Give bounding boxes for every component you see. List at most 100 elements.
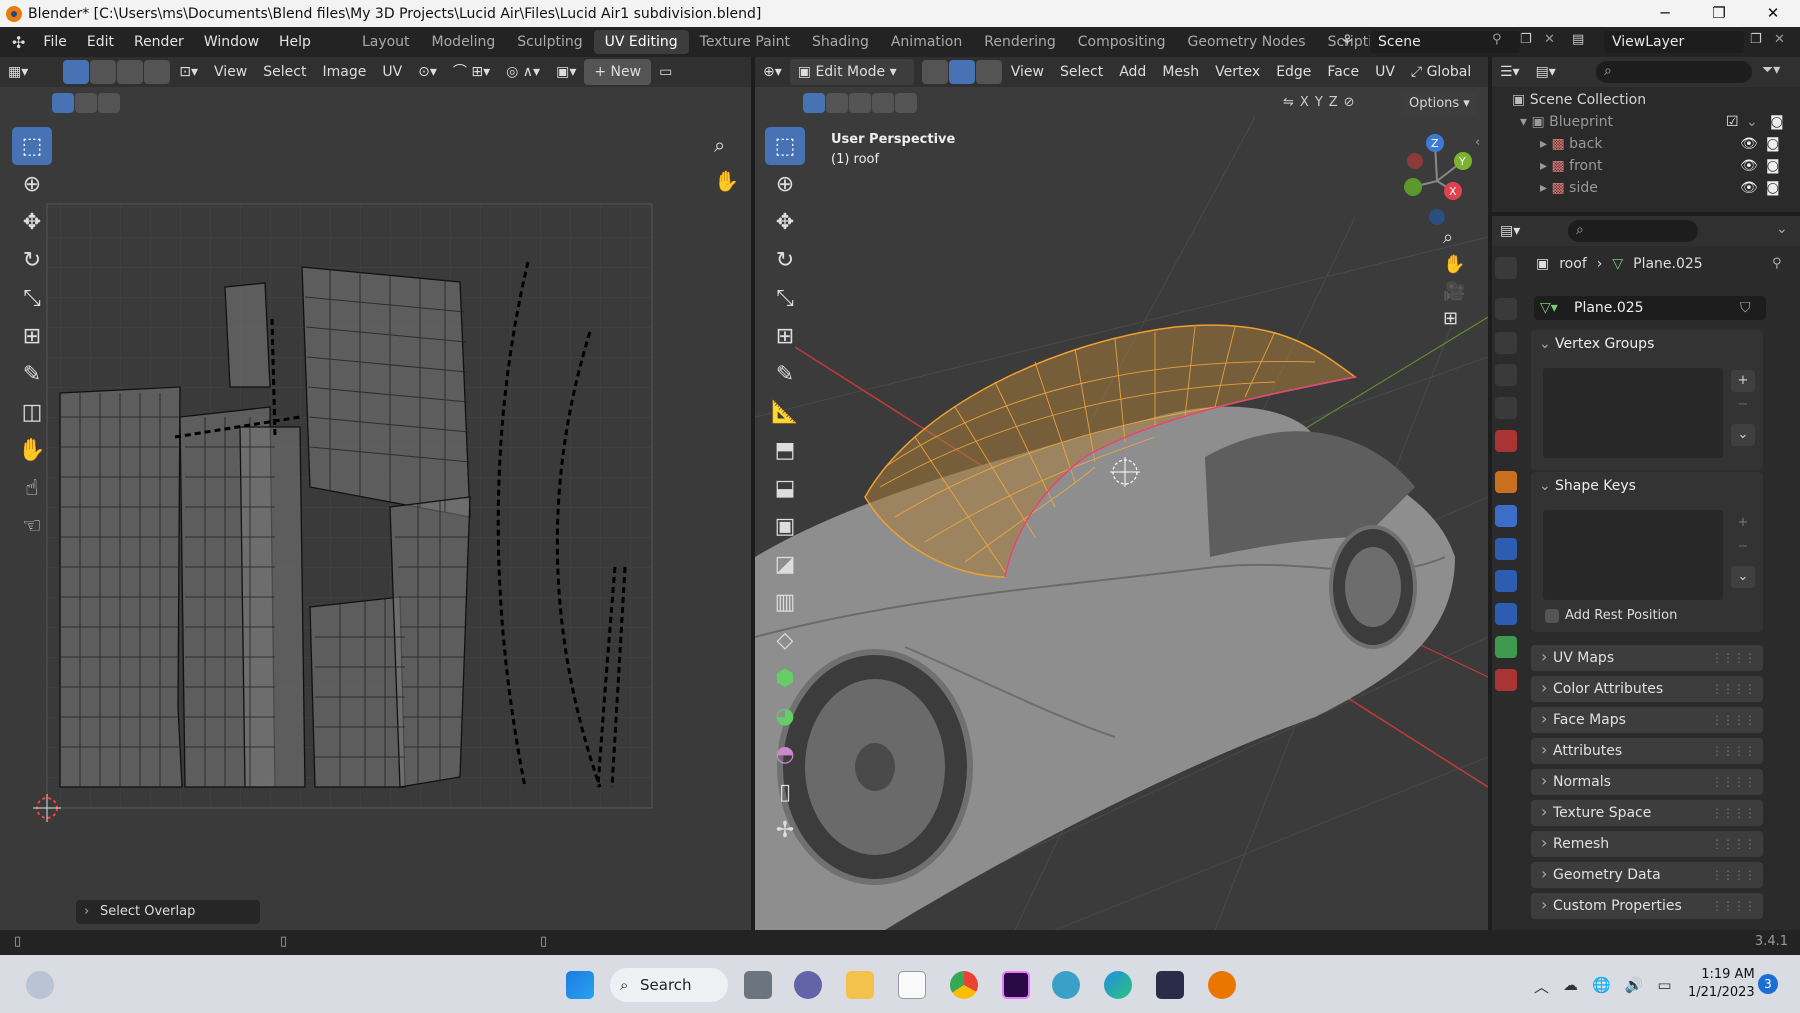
sticky-select-icon[interactable]: ⊡▾ — [171, 59, 206, 85]
vp-menu-vertex[interactable]: Vertex — [1207, 59, 1268, 85]
tab-rendering[interactable]: Rendering — [973, 30, 1067, 54]
render-tab-icon[interactable] — [1495, 298, 1517, 320]
section-texture-space[interactable]: Texture Space⋮⋮⋮⋮ — [1531, 799, 1763, 826]
volume-icon[interactable]: 🔊 — [1625, 976, 1644, 997]
drag-grip-icon[interactable]: ⋮⋮⋮⋮ — [1711, 707, 1756, 733]
weather-icon[interactable] — [26, 971, 54, 999]
section-uv-maps[interactable]: UV Maps⋮⋮⋮⋮ — [1531, 644, 1763, 671]
display-mode-icon[interactable]: ▤▾ — [1528, 59, 1564, 85]
restore-button[interactable]: ❐ — [1692, 0, 1746, 27]
remove-vertex-group-button[interactable]: − — [1731, 394, 1755, 416]
drag-grip-icon[interactable]: ⋮⋮⋮⋮ — [1711, 769, 1756, 795]
battery-icon[interactable]: ▭ — [1657, 976, 1671, 997]
onedrive-icon[interactable]: ☁ — [1563, 976, 1578, 997]
vertex-select-icon[interactable] — [63, 60, 90, 84]
tab-layout[interactable]: Layout — [351, 30, 421, 54]
section-color-attributes[interactable]: Color Attributes⋮⋮⋮⋮ — [1531, 675, 1763, 702]
tool-tab-icon[interactable] — [1495, 257, 1517, 279]
vp-zoom-icon[interactable]: ⌕ — [1443, 227, 1465, 248]
shape-keys-header[interactable]: ⌄ Shape Keys — [1531, 472, 1763, 500]
view-layer-tab-icon[interactable] — [1495, 364, 1517, 386]
vp-extrude-tool-icon[interactable]: ⬓ — [765, 469, 805, 507]
tab-animation[interactable]: Animation — [880, 30, 973, 54]
filter-icon[interactable]: ⏷▾ — [1762, 62, 1780, 78]
vp-select-tool-icon[interactable]: ⬚ — [765, 127, 805, 165]
vertex-groups-list[interactable] — [1543, 368, 1723, 458]
mesh-browse-icon[interactable]: ▽▾ — [1540, 296, 1558, 320]
chrome-icon[interactable] — [950, 971, 978, 999]
shape-key-menu-button[interactable]: ⌄ — [1731, 566, 1755, 588]
tab-modeling[interactable]: Modeling — [421, 30, 507, 54]
tab-uv-editing[interactable]: UV Editing — [593, 30, 689, 54]
section-normals[interactable]: Normals⋮⋮⋮⋮ — [1531, 768, 1763, 795]
vp-move-tool-icon[interactable]: ✥ — [765, 203, 805, 241]
drag-grip-icon[interactable]: ⋮⋮⋮⋮ — [1711, 862, 1756, 888]
language-icon[interactable]: 🌐 — [1592, 976, 1611, 997]
vp-loopcut-tool-icon[interactable]: ▥ — [765, 583, 805, 621]
visibility-icon[interactable]: 👁 — [1740, 133, 1758, 155]
sync-selection-icon[interactable] — [36, 60, 63, 84]
section-attributes[interactable]: Attributes⋮⋮⋮⋮ — [1531, 737, 1763, 764]
select-toggle-icon[interactable]: ⌄ — [1746, 111, 1758, 133]
mesh-data-field[interactable]: ▽▾ Plane.025 ⛉ — [1534, 296, 1766, 320]
drag-grip-icon[interactable]: ⋮⋮⋮⋮ — [1711, 645, 1756, 671]
pin-icon[interactable]: ⚲ — [1772, 256, 1782, 271]
add-vertex-group-button[interactable]: + — [1731, 370, 1755, 392]
new-scene-icon[interactable]: ❐ — [1520, 32, 1532, 47]
tab-shading[interactable]: Shading — [801, 30, 880, 54]
object-tab-icon[interactable] — [1495, 471, 1517, 493]
vp-shrink-tool-icon[interactable]: ✢ — [765, 811, 805, 849]
data-tab-icon[interactable] — [1495, 636, 1517, 658]
drag-grip-icon[interactable]: ⋮⋮⋮⋮ — [1711, 738, 1756, 764]
viewlayer-browse-icon[interactable]: ▤ — [1572, 32, 1584, 47]
drag-grip-icon[interactable]: ⋮⋮⋮⋮ — [1711, 831, 1756, 857]
open-image-icon[interactable]: ▭ — [651, 59, 680, 85]
vp-bevel-tool-icon[interactable]: ◪ — [765, 545, 805, 583]
render-icon[interactable]: ◙ — [1766, 155, 1780, 177]
new-viewlayer-icon[interactable]: ❐ — [1750, 32, 1762, 47]
snap-icon[interactable]: ⌒ ⊞▾ — [445, 59, 498, 85]
vp-menu-mesh[interactable]: Mesh — [1154, 59, 1207, 85]
vp-measure-tool-icon[interactable]: 📐 — [765, 393, 805, 431]
viewlayer-field[interactable]: ViewLayer — [1604, 31, 1744, 53]
vp-spin-tool-icon[interactable]: ◕ — [765, 697, 805, 735]
proportional-edit-icon[interactable]: ◎ ∧▾ — [498, 59, 548, 85]
last-operation-panel[interactable]: › Select Overlap — [76, 900, 260, 924]
delete-viewlayer-icon[interactable]: ✕ — [1774, 32, 1785, 47]
mirror-z-toggle[interactable]: Z — [1329, 95, 1338, 110]
topology-mirror-icon[interactable]: ⊘ — [1344, 95, 1355, 110]
tab-geometry-nodes[interactable]: Geometry Nodes — [1177, 30, 1317, 54]
uv-canvas[interactable] — [0, 87, 751, 930]
delete-scene-icon[interactable]: ✕ — [1544, 32, 1555, 47]
uv-menu-select[interactable]: Select — [255, 59, 314, 85]
vp-rotate-tool-icon[interactable]: ↻ — [765, 241, 805, 279]
vp-polybuild-tool-icon[interactable]: ⬢ — [765, 659, 805, 697]
mode-dropdown[interactable]: ▣ Edit Mode ▾ — [789, 59, 914, 85]
render-toggle-icon[interactable]: ◙ — [1770, 111, 1784, 133]
vp-select-set-icon[interactable] — [803, 93, 825, 113]
edge-select-icon[interactable] — [90, 60, 117, 84]
properties-type-icon[interactable]: ▤▾ — [1492, 218, 1528, 244]
vp-menu-add[interactable]: Add — [1111, 59, 1154, 85]
vp-cursor-tool-icon[interactable]: ⊕ — [765, 165, 805, 203]
vp-transform-tool-icon[interactable]: ⊞ — [765, 317, 805, 355]
fake-user-icon[interactable]: ⛉ — [1740, 296, 1751, 320]
sidebar-toggle-icon[interactable]: ‹ — [1475, 135, 1480, 150]
exclude-checkbox[interactable]: ☑ — [1726, 111, 1739, 133]
render-icon[interactable]: ◙ — [1766, 177, 1780, 199]
navigation-gizmo[interactable]: Z Y X — [1383, 131, 1483, 231]
vp-pan-icon[interactable]: ✋ — [1443, 254, 1465, 275]
vp-select-intersect-icon[interactable] — [895, 93, 917, 113]
blender-menu-icon[interactable]: ✣ — [12, 33, 25, 52]
vp-menu-view[interactable]: View — [1003, 59, 1052, 85]
notepad-icon[interactable] — [898, 971, 926, 999]
blender-taskbar-icon[interactable] — [1208, 971, 1236, 999]
drag-grip-icon[interactable]: ⋮⋮⋮⋮ — [1711, 676, 1756, 702]
properties-options-icon[interactable]: ⌄ — [1776, 221, 1788, 237]
outliner-item-back[interactable]: ▸ ▩ back 👁 ◙ — [1540, 133, 1800, 155]
modifier-tab-icon[interactable] — [1495, 505, 1517, 527]
menu-help[interactable]: Help — [269, 27, 321, 57]
uv-menu-view[interactable]: View — [206, 59, 255, 85]
face-mode-icon[interactable] — [975, 60, 1002, 84]
add-shape-key-button[interactable]: + — [1731, 512, 1755, 534]
